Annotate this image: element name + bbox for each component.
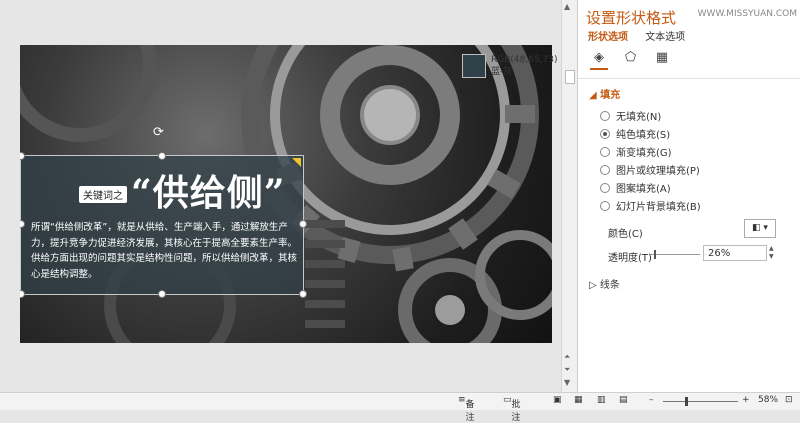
zoom-slider-knob[interactable] <box>685 397 688 406</box>
radio-icon[interactable] <box>600 165 610 175</box>
radio-selected-icon[interactable] <box>600 129 610 139</box>
format-shape-panel: 设置形状格式 WWW.MISSYUAN.COM 形状选项 文本选项 ◈ ⬠ ▦ … <box>577 0 800 392</box>
tab-shape-options[interactable]: 形状选项 <box>588 32 628 43</box>
resize-handle-top[interactable] <box>158 152 166 160</box>
radio-icon[interactable] <box>600 183 610 193</box>
text-box-shape[interactable]: 关键词之 “供给侧” 所谓“供给侧改革”，就是从供给、生产端入手，通过解放生产力… <box>20 155 304 295</box>
color-label: 颜色(C) <box>608 229 643 240</box>
adjust-handle-icon[interactable] <box>292 158 301 167</box>
color-tooltip: RGB(48,65,73) 蓝-灰 <box>462 54 558 86</box>
size-properties-icon[interactable]: ▦ <box>653 50 671 68</box>
fill-option-pattern[interactable]: 图案填充(A) <box>600 180 671 195</box>
radio-icon[interactable] <box>600 111 610 121</box>
watermark: WWW.MISSYUAN.COM <box>697 9 797 19</box>
fit-slide-icon[interactable]: ⊡ <box>785 395 793 405</box>
tooltip-rgb: RGB(48,65,73) <box>491 55 558 65</box>
fill-option-none[interactable]: 无填充(N) <box>600 108 661 123</box>
effects-icon[interactable]: ⬠ <box>622 50 640 68</box>
zoom-slider[interactable] <box>663 401 738 402</box>
vertical-scrollbar[interactable]: ▲ ⏶ ⏷ ▼ <box>561 0 577 392</box>
slide-title: “供给侧” <box>131 172 286 214</box>
tooltip-color-name: 蓝-灰 <box>491 67 513 77</box>
fill-color-button[interactable]: ◧ ▾ <box>744 219 776 238</box>
zoom-in-button[interactable]: + <box>742 395 750 405</box>
panel-tabs: 形状选项 文本选项 <box>588 28 699 43</box>
transparency-spinner[interactable]: ▲ ▼ <box>769 245 777 261</box>
rotate-handle-icon[interactable]: ⟳ <box>153 125 164 140</box>
next-slide-icon[interactable]: ⏷ <box>564 365 570 375</box>
slide[interactable]: ⟳ 关键词之 “供给侧” 所谓“供给侧改革”，就是从供给、生产端入手，通过解放生… <box>20 45 552 343</box>
scroll-down-icon[interactable]: ▼ <box>564 378 570 387</box>
normal-view-icon[interactable]: ▣ <box>553 395 562 405</box>
tab-text-options[interactable]: 文本选项 <box>645 32 685 43</box>
fill-line-icon[interactable]: ◈ <box>590 50 608 70</box>
panel-title: 设置形状格式 <box>586 9 677 27</box>
paint-bucket-icon: ◧ <box>752 223 761 233</box>
color-swatch <box>462 54 486 78</box>
slider-knob[interactable] <box>654 250 656 259</box>
fill-option-picture[interactable]: 图片或纹理填充(P) <box>600 162 700 177</box>
slide-sorter-icon[interactable]: ▦ <box>574 395 583 405</box>
comments-button[interactable]: ▭ 批注 <box>503 395 521 423</box>
radio-icon[interactable] <box>600 147 610 157</box>
line-section-header[interactable]: ▷ 线条 <box>589 276 620 291</box>
keyword-tag: 关键词之 <box>79 186 127 203</box>
eyedropper-icon: ✎ <box>458 86 470 102</box>
radio-icon[interactable] <box>600 201 610 211</box>
transparency-label: 透明度(T) <box>608 253 652 264</box>
divider <box>578 78 800 79</box>
fill-option-solid[interactable]: 纯色填充(S) <box>600 126 670 141</box>
zoom-level[interactable]: 58% <box>758 395 778 405</box>
transparency-slider[interactable] <box>650 250 700 259</box>
slideshow-icon[interactable]: ▤ <box>619 395 628 405</box>
zoom-out-button[interactable]: – <box>649 395 654 405</box>
resize-handle-right[interactable] <box>299 220 307 228</box>
fill-section-header[interactable]: ◢ 填充 <box>589 86 620 101</box>
prev-slide-icon[interactable]: ⏶ <box>564 352 570 362</box>
transparency-input[interactable]: 26% <box>703 245 767 261</box>
notes-button[interactable]: ≡ 备注 <box>458 395 475 423</box>
fill-option-gradient[interactable]: 渐变填充(G) <box>600 144 672 159</box>
status-bar: ≡ 备注 ▭ 批注 ▣ ▦ ▥ ▤ – + 58% ⊡ <box>0 392 800 423</box>
scrollbar-thumb[interactable] <box>565 70 575 84</box>
resize-handle-bottom-right[interactable] <box>299 290 307 298</box>
slide-body-text: 所谓“供给侧改革”，就是从供给、生产端入手，通过解放生产力，提升竞争力促进经济发… <box>31 222 298 280</box>
resize-handle-bottom[interactable] <box>158 290 166 298</box>
reading-view-icon[interactable]: ▥ <box>597 395 606 405</box>
fill-option-slide-background[interactable]: 幻灯片背景填充(B) <box>600 198 701 213</box>
slide-canvas-area[interactable]: ⟳ 关键词之 “供给侧” 所谓“供给侧改革”，就是从供给、生产端入手，通过解放生… <box>0 0 561 392</box>
scroll-up-icon[interactable]: ▲ <box>564 2 570 11</box>
panel-icon-row: ◈ ⬠ ▦ <box>590 50 681 70</box>
